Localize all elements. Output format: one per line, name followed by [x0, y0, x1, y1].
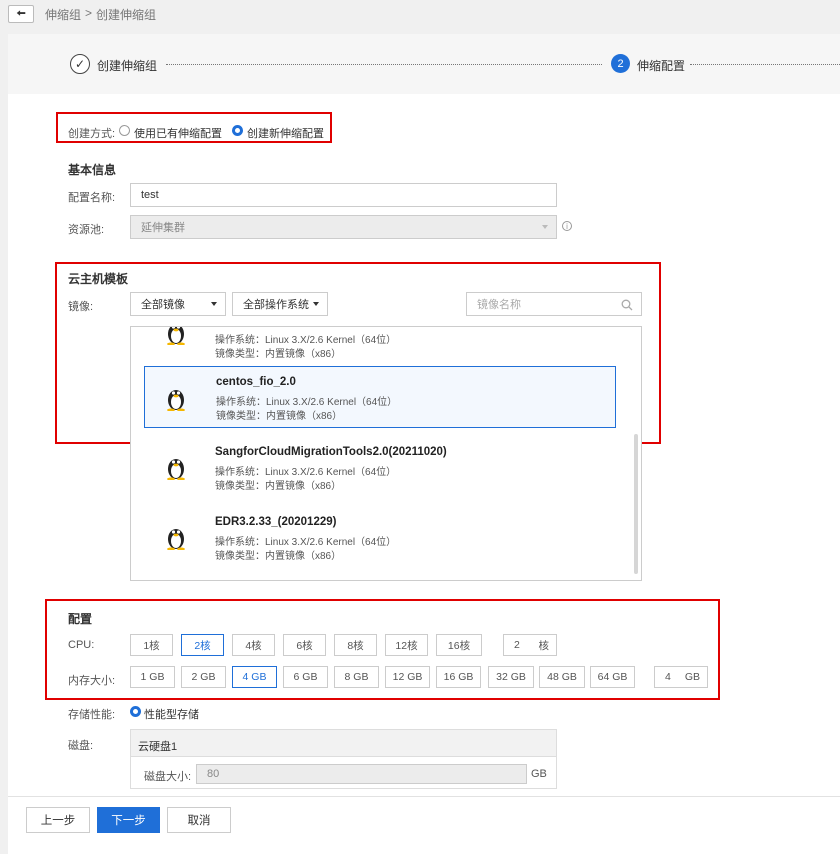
cpu-custom-value: 2 — [514, 639, 520, 651]
os-filter-value: 全部操作系统 — [243, 299, 309, 311]
mem-custom-unit: GB — [684, 671, 700, 683]
mem-option-16gb[interactable]: 16 GB — [436, 666, 481, 688]
cpu-option-12[interactable]: 12核 — [385, 634, 428, 656]
memory-label: 内存大小: — [68, 675, 116, 687]
cpu-option-6[interactable]: 6核 — [283, 634, 326, 656]
cpu-option-16[interactable]: 16核 — [436, 634, 482, 656]
image-search-placeholder: 镜像名称 — [477, 299, 521, 311]
radio-existing-config[interactable] — [119, 125, 130, 136]
cpu-label: CPU: — [68, 639, 95, 651]
resource-pool-select: 延伸集群 — [130, 215, 557, 239]
resource-pool-value: 延伸集群 — [141, 222, 185, 234]
cpu-custom-unit: 核 — [538, 639, 550, 652]
image-filter-select[interactable]: 全部镜像 — [130, 292, 226, 316]
linux-penguin-icon — [167, 459, 185, 480]
chevron-down-icon — [313, 302, 319, 306]
image-os: 操作系统：Linux 3.X/2.6 Kernel（64位） — [216, 397, 398, 408]
image-list-scrollbar[interactable] — [634, 434, 638, 574]
radio-new-config[interactable] — [232, 125, 243, 136]
image-name: SangforCloudMigrationTools2.0(20211020) — [215, 446, 447, 458]
image-label: 镜像: — [68, 301, 94, 313]
disk-name: 云硬盘1 — [138, 741, 178, 753]
linux-penguin-icon — [167, 390, 185, 411]
mem-option-64gb[interactable]: 64 GB — [590, 666, 635, 688]
creation-method-label: 创建方式: — [68, 128, 116, 140]
step-2-label: 伸缩配置 — [637, 59, 686, 73]
config-name-label: 配置名称: — [68, 192, 116, 204]
basic-info-title: 基本信息 — [68, 163, 117, 177]
step-connector — [166, 64, 602, 65]
mem-option-48gb[interactable]: 48 GB — [539, 666, 585, 688]
image-os: 操作系统：Linux 3.X/2.6 Kernel（64位） — [215, 467, 397, 478]
step-1-label: 创建伸缩组 — [97, 59, 158, 73]
os-filter-select[interactable]: 全部操作系统 — [232, 292, 328, 316]
image-name: centos_fio_2.0 — [216, 376, 296, 388]
storage-performance-label: 存储性能: — [68, 709, 116, 721]
breadcrumb-separator: > — [85, 6, 93, 20]
radio-performance-storage[interactable] — [130, 706, 141, 717]
list-item-selected[interactable]: centos_fio_2.0 操作系统：Linux 3.X/2.6 Kernel… — [144, 366, 616, 428]
step-2-number: 2 — [611, 54, 630, 73]
mem-option-2gb[interactable]: 2 GB — [181, 666, 226, 688]
step-complete-check-icon: ✓ — [70, 54, 90, 74]
list-item[interactable]: SangforCloudMigrationTools2.0(20211020) … — [131, 437, 641, 499]
cpu-custom-input[interactable]: 2 核 — [503, 634, 557, 656]
image-type: 镜像类型：内置镜像（x86） — [215, 349, 342, 360]
image-os: 操作系统：Linux 3.X/2.6 Kernel（64位） — [215, 537, 397, 548]
list-item[interactable]: EDR3.2.33_(20201229) 操作系统：Linux 3.X/2.6 … — [131, 507, 641, 569]
disk-size-unit: GB — [531, 768, 547, 780]
next-step-button[interactable]: 下一步 — [97, 807, 160, 833]
vm-template-title: 云主机模板 — [68, 272, 129, 286]
cpu-option-8[interactable]: 8核 — [334, 634, 377, 656]
mem-custom-input[interactable]: 4 GB — [654, 666, 708, 688]
chevron-down-icon — [211, 302, 217, 306]
linux-penguin-icon — [167, 529, 185, 550]
disk-label: 磁盘: — [68, 740, 94, 752]
radio-existing-config-label[interactable]: 使用已有伸缩配置 — [134, 125, 222, 141]
mem-option-32gb[interactable]: 32 GB — [488, 666, 534, 688]
image-type: 镜像类型：内置镜像（x86） — [216, 411, 343, 422]
radio-new-config-label[interactable]: 创建新伸缩配置 — [247, 125, 324, 141]
mem-option-1gb[interactable]: 1 GB — [130, 666, 175, 688]
radio-performance-storage-label[interactable]: 性能型存储 — [144, 706, 199, 722]
mem-option-12gb[interactable]: 12 GB — [385, 666, 430, 688]
breadcrumb-root[interactable]: 伸缩组 — [45, 6, 81, 23]
disk-size-label: 磁盘大小: — [144, 771, 192, 783]
cpu-option-4[interactable]: 4核 — [232, 634, 275, 656]
linux-penguin-icon — [167, 327, 185, 345]
breadcrumb-current: 创建伸缩组 — [96, 8, 157, 22]
image-type: 镜像类型：内置镜像（x86） — [215, 481, 342, 492]
chevron-down-icon — [542, 225, 548, 229]
arrow-left-icon: 🠨 — [16, 5, 26, 20]
mem-option-6gb[interactable]: 6 GB — [283, 666, 328, 688]
list-item[interactable]: 操作系统：Linux 3.X/2.6 Kernel（64位） 镜像类型：内置镜像… — [131, 327, 641, 363]
info-icon[interactable]: i — [562, 221, 572, 231]
disk-size-input: 80 — [196, 764, 527, 784]
footer-divider — [8, 796, 840, 797]
mem-option-8gb[interactable]: 8 GB — [334, 666, 379, 688]
image-filter-value: 全部镜像 — [141, 299, 185, 311]
cancel-button[interactable]: 取消 — [167, 807, 231, 833]
disk-header — [131, 730, 556, 757]
mem-custom-value: 4 — [665, 671, 671, 683]
image-list[interactable]: 操作系统：Linux 3.X/2.6 Kernel（64位） 镜像类型：内置镜像… — [130, 326, 642, 581]
step-connector-2 — [690, 64, 840, 65]
image-search-input[interactable]: 镜像名称 — [466, 292, 642, 316]
config-title: 配置 — [68, 612, 93, 626]
image-name: EDR3.2.33_(20201229) — [215, 516, 337, 528]
cpu-option-1[interactable]: 1核 — [130, 634, 173, 656]
mem-option-4gb[interactable]: 4 GB — [232, 666, 277, 688]
config-name-input[interactable]: test — [130, 183, 557, 207]
prev-step-button[interactable]: 上一步 — [26, 807, 90, 833]
image-type: 镜像类型：内置镜像（x86） — [215, 551, 342, 562]
cpu-option-2[interactable]: 2核 — [181, 634, 224, 656]
resource-pool-label: 资源池: — [68, 224, 105, 236]
image-os: 操作系统：Linux 3.X/2.6 Kernel（64位） — [215, 335, 397, 346]
search-icon[interactable] — [621, 299, 633, 311]
back-button[interactable]: 🠨 — [8, 5, 34, 23]
